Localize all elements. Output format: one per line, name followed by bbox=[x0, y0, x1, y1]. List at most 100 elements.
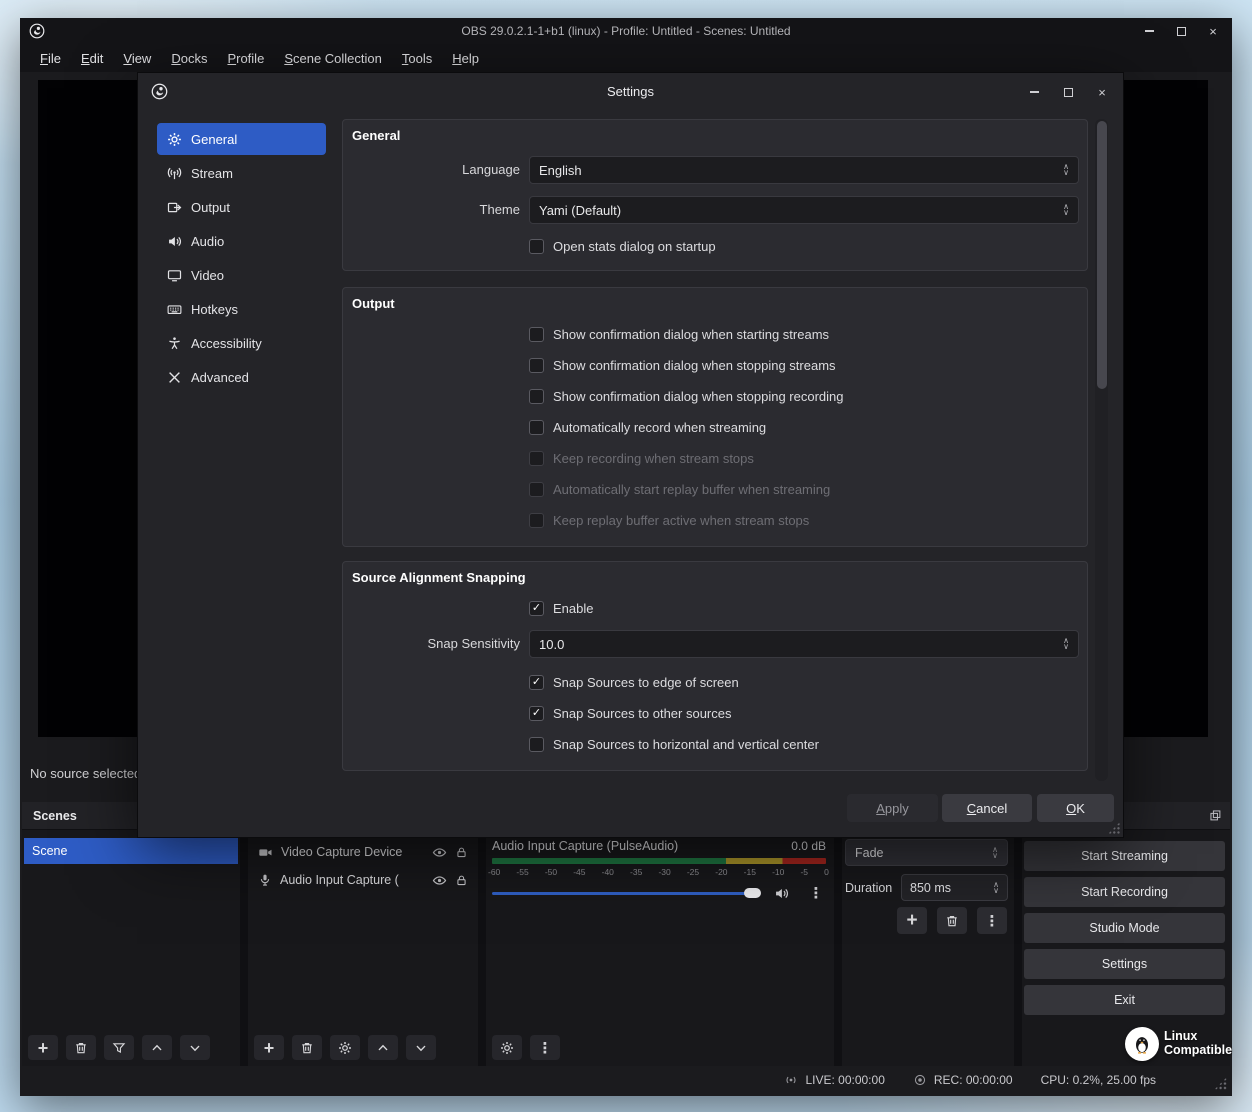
scene-list-item[interactable]: Scene bbox=[24, 838, 238, 864]
camera-icon bbox=[258, 845, 273, 860]
menu-file[interactable]: File bbox=[30, 47, 71, 70]
desktop: OBS 29.0.2.1-1+b1 (linux) - Profile: Unt… bbox=[0, 0, 1252, 1112]
settings-tab-output[interactable]: Output bbox=[157, 191, 326, 223]
settings-tab-advanced[interactable]: Advanced bbox=[157, 361, 326, 393]
volume-slider[interactable] bbox=[492, 892, 754, 895]
mixer-menu-icon[interactable] bbox=[530, 1035, 560, 1060]
remove-transition-button[interactable] bbox=[937, 907, 967, 934]
visibility-eye-icon[interactable] bbox=[432, 845, 447, 860]
dialog-titlebar[interactable]: Settings × bbox=[138, 73, 1123, 111]
ok-button[interactable]: OK bbox=[1037, 794, 1114, 822]
scene-filters-icon[interactable] bbox=[104, 1035, 134, 1060]
cancel-button[interactable]: Cancel bbox=[942, 794, 1032, 822]
logo-text: Linux Compatible bbox=[1164, 1029, 1232, 1057]
exit-button[interactable]: Exit bbox=[1024, 985, 1225, 1015]
window-title: OBS 29.0.2.1-1+b1 (linux) - Profile: Unt… bbox=[20, 18, 1232, 44]
visibility-eye-icon[interactable] bbox=[432, 873, 447, 888]
window-titlebar[interactable]: OBS 29.0.2.1-1+b1 (linux) - Profile: Unt… bbox=[20, 18, 1232, 44]
scenes-dock-title: Scenes bbox=[22, 809, 77, 823]
move-source-down-button[interactable] bbox=[406, 1035, 436, 1060]
minimize-button[interactable] bbox=[1142, 30, 1156, 32]
move-scene-down-button[interactable] bbox=[180, 1035, 210, 1060]
language-select[interactable]: English bbox=[529, 156, 1079, 184]
mixer-options-gear-icon[interactable] bbox=[492, 1035, 522, 1060]
confirm-stop-stream-checkbox[interactable]: Show confirmation dialog when stopping s… bbox=[529, 357, 836, 373]
keyboard-icon bbox=[167, 302, 182, 317]
dialog-resize-grip[interactable] bbox=[1108, 822, 1120, 834]
dialog-close-button[interactable]: × bbox=[1095, 86, 1109, 99]
settings-button[interactable]: Settings bbox=[1024, 949, 1225, 979]
settings-tab-video[interactable]: Video bbox=[157, 259, 326, 291]
menu-docks[interactable]: Docks bbox=[161, 47, 217, 70]
add-transition-button[interactable] bbox=[897, 907, 927, 934]
keep-replay-buffer-checkbox: Keep replay buffer active when stream st… bbox=[529, 512, 809, 528]
source-properties-gear-icon[interactable] bbox=[330, 1035, 360, 1060]
spinner-arrows-icon[interactable] bbox=[1063, 638, 1069, 650]
menu-scene-collection[interactable]: Scene Collection bbox=[274, 47, 392, 70]
settings-tab-accessibility[interactable]: Accessibility bbox=[157, 327, 326, 359]
theme-select[interactable]: Yami (Default) bbox=[529, 196, 1079, 224]
source-row-audio[interactable]: Audio Input Capture ( bbox=[248, 866, 478, 894]
section-title: Output bbox=[352, 296, 395, 311]
menu-edit[interactable]: Edit bbox=[71, 47, 113, 70]
volume-slider-handle[interactable] bbox=[744, 888, 761, 898]
meter-scale: -60-55 -50-45 -40-35 -30-25 -20-15 -10-5… bbox=[488, 867, 829, 877]
confirm-stop-recording-checkbox[interactable]: Show confirmation dialog when stopping r… bbox=[529, 388, 844, 404]
menu-view[interactable]: View bbox=[113, 47, 161, 70]
snap-sensitivity-spinbox[interactable]: 10.0 bbox=[529, 630, 1079, 658]
dialog-maximize-button[interactable] bbox=[1061, 88, 1075, 97]
speaker-icon[interactable] bbox=[774, 886, 789, 901]
gear-icon bbox=[167, 132, 182, 147]
apply-button[interactable]: Apply bbox=[847, 794, 938, 822]
display-icon bbox=[167, 268, 182, 283]
remove-scene-button[interactable] bbox=[66, 1035, 96, 1060]
transition-select[interactable]: Fade bbox=[845, 839, 1008, 866]
dropdown-arrows-icon bbox=[1063, 204, 1069, 216]
close-button[interactable]: × bbox=[1206, 25, 1220, 38]
add-source-button[interactable] bbox=[254, 1035, 284, 1060]
start-recording-button[interactable]: Start Recording bbox=[1024, 877, 1225, 907]
broadcast-icon bbox=[784, 1073, 798, 1087]
snap-sources-checkbox[interactable]: Snap Sources to other sources bbox=[529, 705, 732, 721]
move-source-up-button[interactable] bbox=[368, 1035, 398, 1060]
start-streaming-button[interactable]: Start Streaming bbox=[1024, 841, 1225, 871]
tools-icon bbox=[167, 370, 182, 385]
confirm-start-stream-checkbox[interactable]: Show confirmation dialog when starting s… bbox=[529, 326, 829, 342]
dialog-minimize-button[interactable] bbox=[1027, 91, 1041, 93]
menu-profile[interactable]: Profile bbox=[217, 47, 274, 70]
move-scene-up-button[interactable] bbox=[142, 1035, 172, 1060]
dropdown-arrows-icon bbox=[992, 847, 998, 859]
studio-mode-button[interactable]: Studio Mode bbox=[1024, 913, 1225, 943]
maximize-button[interactable] bbox=[1174, 27, 1188, 36]
lock-icon[interactable] bbox=[455, 846, 468, 859]
settings-tab-audio[interactable]: Audio bbox=[157, 225, 326, 257]
general-section: General Language English Theme Yami (Def… bbox=[342, 119, 1088, 271]
spinner-arrows-icon[interactable] bbox=[993, 882, 999, 894]
source-row-video[interactable]: Video Capture Device bbox=[248, 838, 478, 866]
mixer-source-name: Audio Input Capture (PulseAudio) bbox=[492, 839, 678, 853]
snap-center-checkbox[interactable]: Snap Sources to horizontal and vertical … bbox=[529, 736, 819, 752]
menu-tools[interactable]: Tools bbox=[392, 47, 442, 70]
settings-tab-hotkeys[interactable]: Hotkeys bbox=[157, 293, 326, 325]
checkbox[interactable] bbox=[529, 239, 544, 254]
snap-edge-checkbox[interactable]: Snap Sources to edge of screen bbox=[529, 674, 739, 690]
open-stats-checkbox[interactable]: Open stats dialog on startup bbox=[529, 238, 716, 254]
scenes-panel: Scene bbox=[22, 830, 240, 1066]
penguin-icon bbox=[1125, 1027, 1159, 1061]
duration-spinbox[interactable]: 850 ms bbox=[901, 874, 1008, 901]
dialog-scrollbar[interactable] bbox=[1095, 119, 1108, 781]
snapping-enable-checkbox[interactable]: Enable bbox=[529, 600, 593, 616]
settings-tab-general[interactable]: General bbox=[157, 123, 326, 155]
mixer-item-menu-icon[interactable] bbox=[808, 884, 824, 902]
section-title: Source Alignment Snapping bbox=[352, 570, 526, 585]
transition-menu-icon[interactable] bbox=[977, 907, 1007, 934]
popout-icon[interactable] bbox=[1209, 809, 1222, 822]
lock-icon[interactable] bbox=[455, 874, 468, 887]
sources-panel: Video Capture Device Audio Input Capture… bbox=[248, 830, 478, 1066]
remove-source-button[interactable] bbox=[292, 1035, 322, 1060]
scrollbar-thumb[interactable] bbox=[1097, 121, 1107, 389]
settings-tab-stream[interactable]: Stream bbox=[157, 157, 326, 189]
add-scene-button[interactable] bbox=[28, 1035, 58, 1060]
auto-record-checkbox[interactable]: Automatically record when streaming bbox=[529, 419, 766, 435]
menu-help[interactable]: Help bbox=[442, 47, 489, 70]
